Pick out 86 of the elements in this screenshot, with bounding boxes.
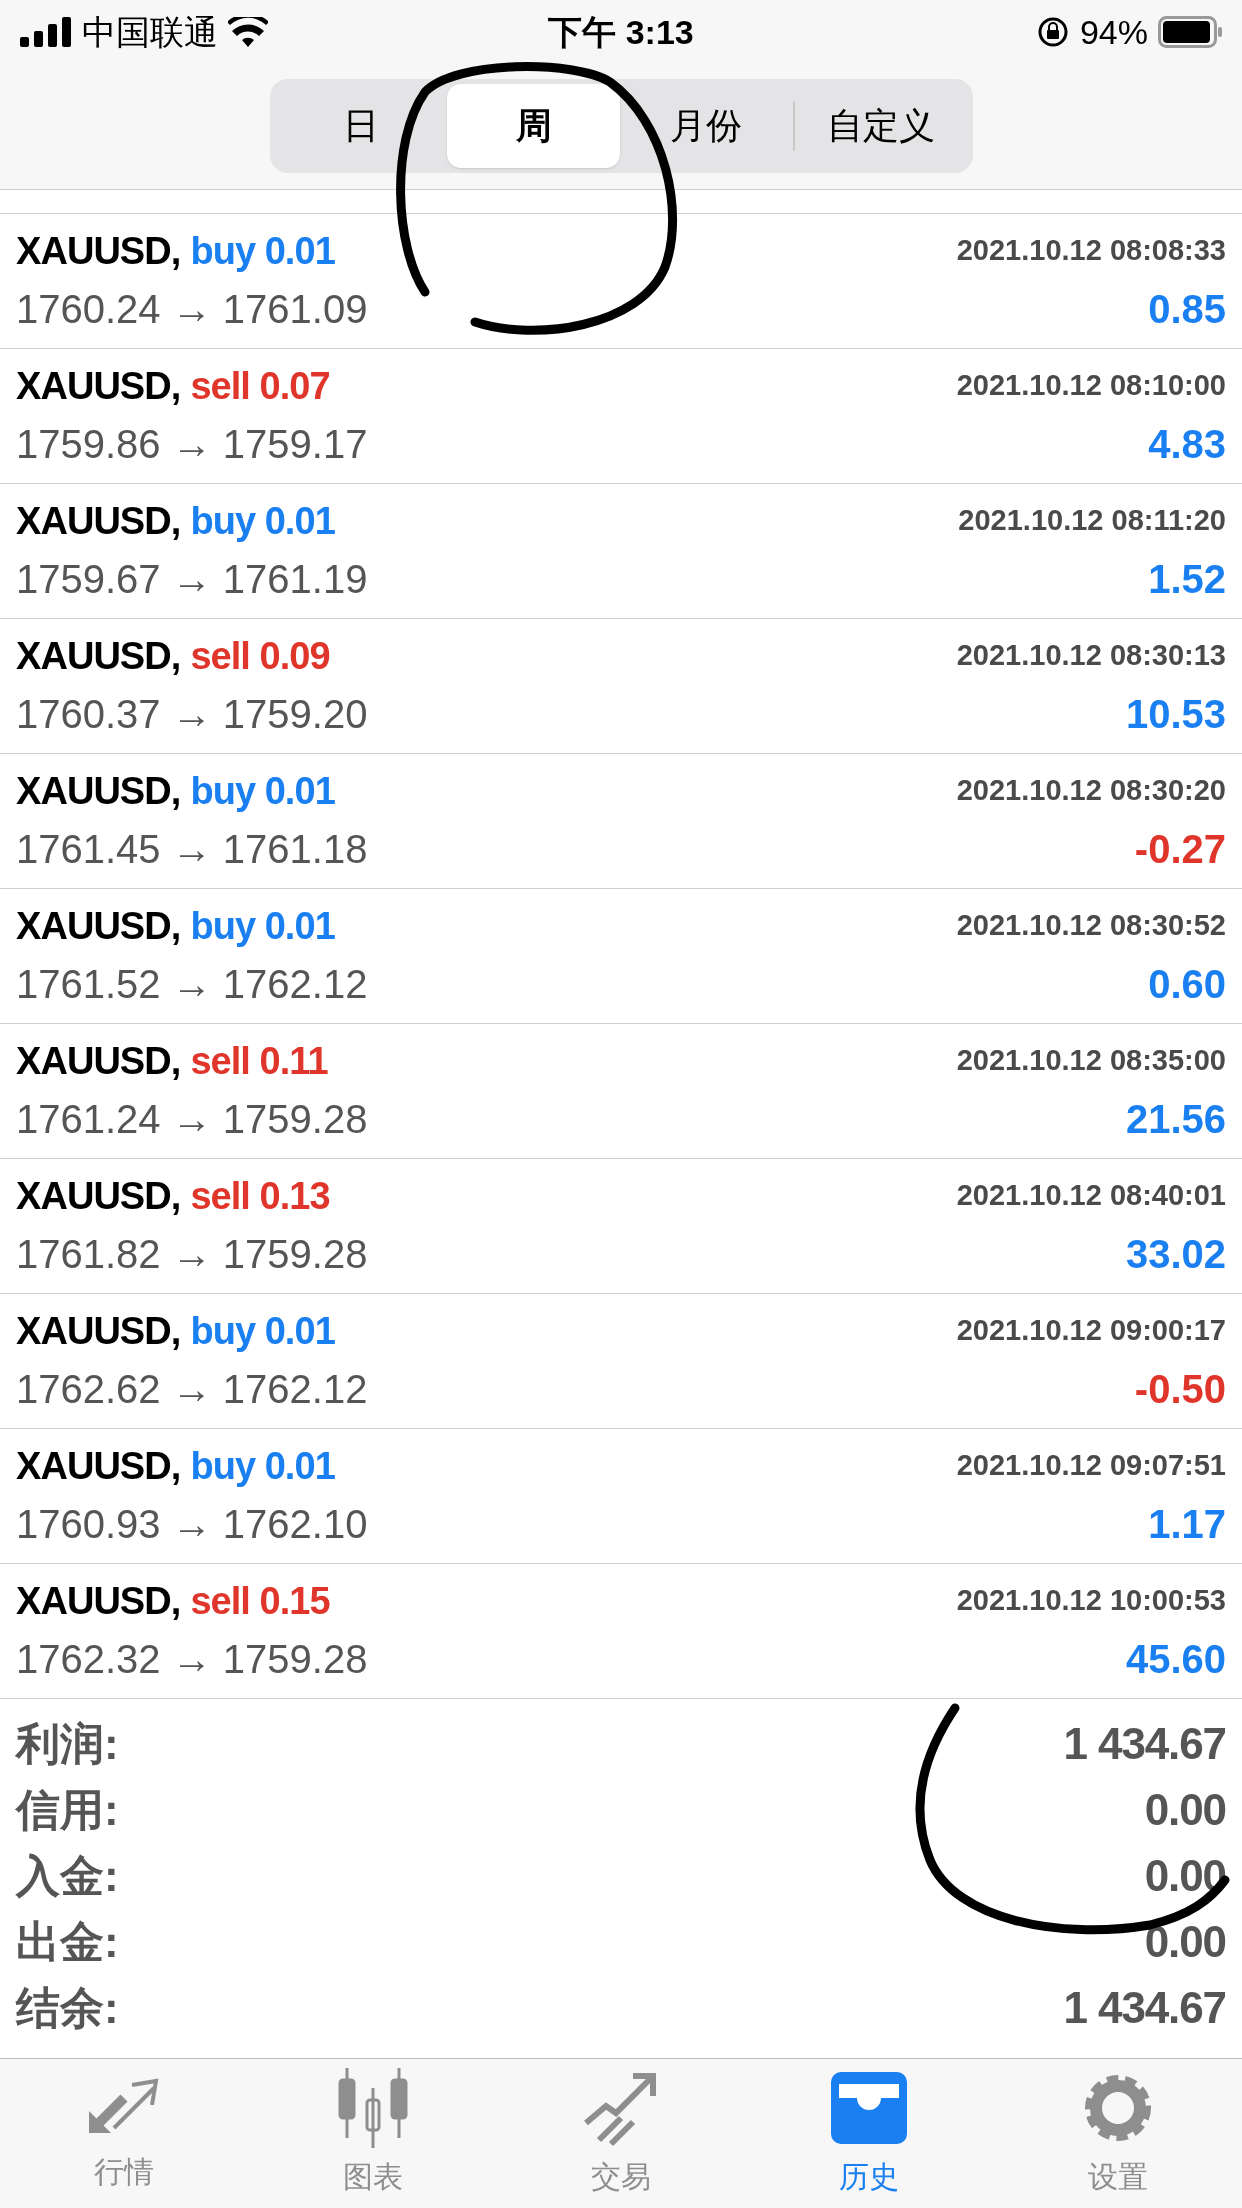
deal-row[interactable]: XAUUSD, sell 0.09 2021.10.12 08:30:13 1760.37 → 1759.20 10.53	[0, 619, 1242, 754]
deal-order: sell 0.07	[190, 363, 330, 409]
deal-order: sell 0.13	[190, 1173, 330, 1219]
deal-time: 2021.10.12 08:35:00	[956, 1043, 1226, 1079]
deal-row[interactable]: XAUUSD, buy 0.01 2021.10.12 08:30:20 1761.45 → 1761.18 -0.27	[0, 754, 1242, 889]
deal-order: buy 0.01	[190, 903, 335, 949]
deal-time: 2021.10.12 08:30:20	[956, 773, 1226, 809]
summary-label: 结余:	[16, 1982, 119, 2034]
deal-symbol: XAUUSD,	[16, 1308, 181, 1354]
deal-symbol: XAUUSD,	[16, 1038, 181, 1084]
deal-prices: 1760.37 → 1759.20	[16, 691, 368, 738]
deal-profit: -0.50	[1134, 1366, 1226, 1413]
deal-symbol: XAUUSD,	[16, 498, 181, 544]
deal-prices: 1762.62 → 1762.12	[16, 1366, 368, 1413]
battery-icon	[1158, 16, 1222, 48]
deal-profit: 45.60	[1125, 1636, 1226, 1683]
deal-profit: -0.27	[1134, 826, 1226, 873]
deal-profit: 1.17	[1148, 1501, 1226, 1548]
deal-time: 2021.10.12 08:08:33	[956, 233, 1226, 269]
deal-time: 2021.10.12 08:30:52	[956, 908, 1226, 944]
deal-row[interactable]: XAUUSD, buy 0.01 2021.10.12 08:11:20 1759.67 → 1761.19 1.52	[0, 484, 1242, 619]
deal-symbol: XAUUSD,	[16, 363, 181, 409]
deal-order: buy 0.01	[190, 1443, 335, 1489]
period-tab[interactable]: 日	[274, 84, 448, 168]
deal-prices: 1761.45 → 1761.18	[16, 826, 368, 873]
deal-symbol: XAUUSD,	[16, 768, 181, 814]
summary-value: 1 434.67	[1063, 1982, 1226, 2034]
deal-prices: 1759.67 → 1761.19	[16, 556, 368, 603]
status-time: 下午 3:13	[548, 11, 694, 53]
summary-label: 出金:	[16, 1916, 119, 1968]
deal-prices: 1761.24 → 1759.28	[16, 1096, 368, 1143]
deal-order: buy 0.01	[190, 498, 335, 544]
signal-icon	[20, 17, 72, 47]
deal-time: 2021.10.12 08:11:20	[958, 503, 1226, 539]
deal-order: buy 0.01	[190, 768, 335, 814]
deal-row[interactable]: XAUUSD, buy 0.01 2021.10.12 08:08:33 1760.24 → 1761.09 0.85	[0, 214, 1242, 349]
deal-time: 2021.10.12 08:30:13	[956, 638, 1226, 674]
period-tab[interactable]: 自定义	[794, 84, 968, 168]
summary-value: 0.00	[1144, 1916, 1226, 1968]
deal-time: 2021.10.12 08:10:00	[956, 368, 1226, 404]
summary-label: 入金:	[16, 1850, 119, 1902]
deal-symbol: XAUUSD,	[16, 1443, 181, 1489]
summary-label: 利润:	[16, 1718, 119, 1770]
deal-time: 2021.10.12 09:00:17	[956, 1313, 1226, 1349]
deal-row[interactable]: XAUUSD, buy 0.01 2021.10.12 08:30:52 1761.52 → 1762.12 0.60	[0, 889, 1242, 1024]
deal-symbol: XAUUSD,	[16, 1173, 181, 1219]
wifi-icon	[228, 17, 268, 47]
deal-time: 2021.10.12 10:00:53	[956, 1583, 1226, 1619]
deal-profit: 10.53	[1125, 691, 1226, 738]
summary-value: 1 434.67	[1063, 1718, 1226, 1770]
deal-symbol: XAUUSD,	[16, 903, 181, 949]
deal-profit: 21.56	[1125, 1096, 1226, 1143]
deal-prices: 1760.93 → 1762.10	[16, 1501, 368, 1548]
summary-label: 信用:	[16, 1784, 119, 1836]
deal-row[interactable]: XAUUSD, buy 0.01 2021.10.12 09:00:17 1762.62 → 1762.12 -0.50	[0, 1294, 1242, 1429]
summary-value: 0.00	[1144, 1784, 1226, 1836]
deal-symbol: XAUUSD,	[16, 228, 181, 274]
deal-profit: 1.52	[1148, 556, 1226, 603]
deal-prices: 1761.52 → 1762.12	[16, 961, 368, 1008]
deal-order: sell 0.09	[190, 633, 330, 679]
deal-time: 2021.10.12 08:40:01	[956, 1178, 1226, 1214]
tab-bar-item[interactable]: 历史	[745, 2059, 994, 2208]
deal-row[interactable]: XAUUSD, sell 0.13 2021.10.12 08:40:01 1761.82 → 1759.28 33.02	[0, 1159, 1242, 1294]
deal-profit: 0.85	[1148, 286, 1226, 333]
deal-order: sell 0.11	[190, 1038, 328, 1084]
deal-order: buy 0.01	[190, 228, 335, 274]
deal-order: sell 0.15	[190, 1578, 330, 1624]
deal-prices: 1762.32 → 1759.28	[16, 1636, 368, 1683]
deal-prices: 1759.86 → 1759.17	[16, 421, 368, 468]
deal-profit: 0.60	[1148, 961, 1226, 1008]
deal-row[interactable]: XAUUSD, sell 0.07 2021.10.12 08:10:00 1759.86 → 1759.17 4.83	[0, 349, 1242, 484]
deal-profit: 33.02	[1125, 1231, 1226, 1278]
period-tab[interactable]: 周	[447, 84, 620, 168]
period-tab[interactable]: 月份	[620, 84, 793, 168]
deal-row[interactable]: XAUUSD, sell 0.11 2021.10.12 08:35:00 1761.24 → 1759.28 21.56	[0, 1024, 1242, 1159]
deal-prices: 1760.24 → 1761.09	[16, 286, 368, 333]
deal-row[interactable]: XAUUSD, sell 0.15 2021.10.12 10:00:53 1762.32 → 1759.28 45.60	[0, 1564, 1242, 1699]
deal-symbol: XAUUSD,	[16, 633, 181, 679]
carrier-name: 中国联通	[82, 11, 218, 53]
deal-profit: 4.83	[1148, 421, 1226, 468]
deal-row[interactable]: XAUUSD, buy 0.01 2021.10.12 09:07:51 1760.93 → 1762.10 1.17	[0, 1429, 1242, 1564]
deal-time: 2021.10.12 09:07:51	[956, 1448, 1226, 1484]
deal-prices: 1761.82 → 1759.28	[16, 1231, 368, 1278]
deal-symbol: XAUUSD,	[16, 1578, 181, 1624]
deal-order: buy 0.01	[190, 1308, 335, 1354]
battery-percent: 94%	[1079, 11, 1148, 53]
